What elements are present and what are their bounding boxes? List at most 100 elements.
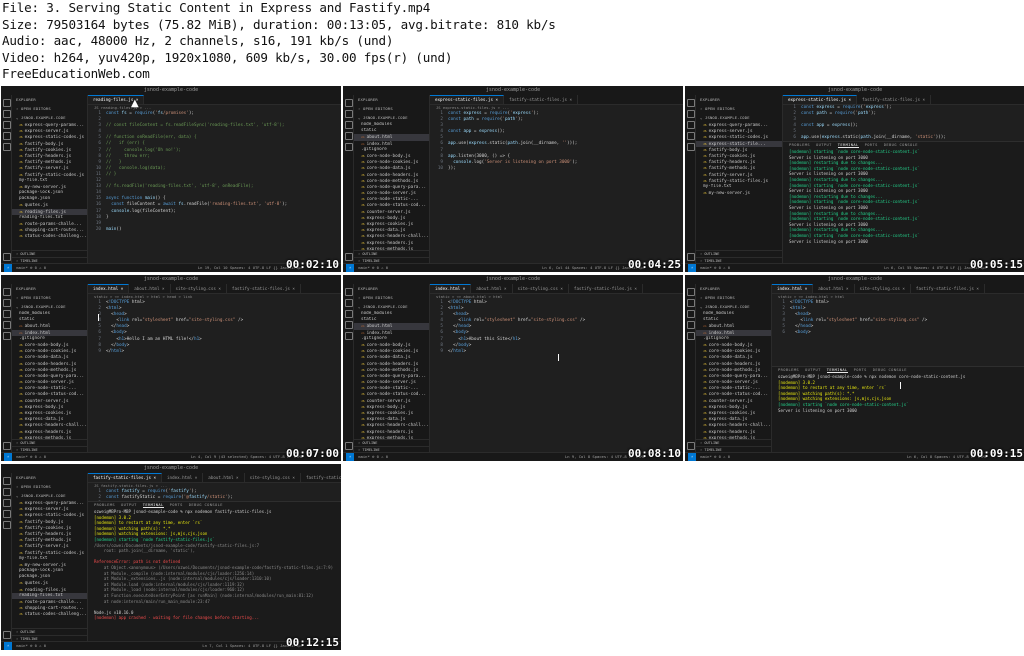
- editor-tab[interactable]: about.html ×: [203, 473, 245, 482]
- editor-tab[interactable]: fastify-static-files.js ×: [911, 284, 985, 293]
- extensions-icon[interactable]: [687, 332, 695, 340]
- source-control-icon[interactable]: [3, 121, 11, 129]
- file-tree-item[interactable]: core-node-status-cod...: [354, 202, 429, 208]
- gear-icon[interactable]: [3, 253, 11, 261]
- panel-tab[interactable]: DEBUG CONSOLE: [873, 368, 907, 372]
- outline-section[interactable]: › OUTLINE: [12, 439, 87, 446]
- remote-indicator[interactable]: ⚡: [688, 453, 697, 461]
- file-tree-item[interactable]: express-headers-chall...: [12, 422, 87, 428]
- extensions-icon[interactable]: [3, 143, 11, 151]
- panel-tab[interactable]: TERMINAL: [837, 143, 859, 148]
- files-icon[interactable]: [687, 288, 695, 296]
- run-debug-icon[interactable]: [3, 321, 11, 329]
- editor-tab[interactable]: fastify-static-files.js ×: [504, 95, 579, 104]
- terminal-panel[interactable]: PROBLEMS OUTPUT TERMINAL PORTS DEBUG CONSOLE…: [772, 366, 1024, 453]
- gear-icon[interactable]: [687, 253, 695, 261]
- editor-tab[interactable]: fastify-static-files.js ×: [857, 95, 932, 104]
- panel-tab[interactable]: PORTS: [854, 368, 867, 372]
- file-tree-item[interactable]: core-node-headers.js: [12, 361, 87, 367]
- file-tree-item[interactable]: core-node-methods.js: [696, 367, 771, 373]
- gear-icon[interactable]: [3, 631, 11, 639]
- panel-tab[interactable]: TERMINAL: [142, 503, 164, 508]
- editor-tab[interactable]: site-styling.css ×: [855, 284, 911, 293]
- video-thumbnail[interactable]: jsnod-example-code EXPLORER › OPEN EDITORS…: [1, 275, 341, 461]
- files-icon[interactable]: [345, 288, 353, 296]
- extensions-icon[interactable]: [687, 143, 695, 151]
- project-folder[interactable]: ⌄ JSNOD-EXAMPLE-CODE: [12, 302, 87, 311]
- remote-indicator[interactable]: ⚡: [346, 264, 355, 272]
- remote-indicator[interactable]: ⚡: [688, 264, 697, 272]
- files-icon[interactable]: [3, 477, 11, 485]
- project-folder[interactable]: ⌄ JSNOD-EXAMPLE-CODE: [354, 113, 429, 122]
- outline-section[interactable]: › OUTLINE: [12, 628, 87, 635]
- source-control-icon[interactable]: [687, 121, 695, 129]
- project-folder[interactable]: ⌄ JSNOD-EXAMPLE-CODE: [696, 302, 771, 311]
- remote-indicator[interactable]: ⚡: [4, 453, 13, 461]
- editor-tab[interactable]: index.html ×: [772, 284, 814, 293]
- file-tree-item[interactable]: core-node-headers.js: [696, 361, 771, 367]
- panel-tab[interactable]: OUTPUT: [121, 503, 137, 507]
- panel-tab[interactable]: DEBUG CONSOLE: [189, 503, 223, 507]
- file-tree-item[interactable]: fastify-static-codes.js: [12, 550, 87, 556]
- code-editor[interactable]: 1 <!DOCTYPE html> 2 <html> 3 <head> 4 <link r…: [430, 300, 683, 355]
- file-tree-item[interactable]: core-node-headers.js: [354, 172, 429, 178]
- file-tree-item[interactable]: express-headers-chall...: [696, 422, 771, 428]
- open-editors-section[interactable]: › OPEN EDITORS: [696, 104, 782, 113]
- editor-tab[interactable]: index.html ×: [162, 473, 204, 482]
- extensions-icon[interactable]: [345, 332, 353, 340]
- file-tree-item[interactable]: fastify-static-codes.js: [12, 172, 87, 178]
- outline-section[interactable]: › OUTLINE: [12, 250, 87, 257]
- outline-section[interactable]: › OUTLINE: [354, 439, 429, 446]
- file-tree-item[interactable]: core-node-headers.js: [354, 361, 429, 367]
- files-icon[interactable]: [345, 99, 353, 107]
- file-tree-item[interactable]: core-node-status-cod...: [12, 391, 87, 397]
- branch-indicator[interactable]: main* ⊗ 0 ⚠ 0: [700, 454, 730, 459]
- editor-tab[interactable]: site-styling.css ×: [513, 284, 569, 293]
- code-editor[interactable]: 1 <!DOCTYPE html> 2 <html> 3 <head> 4 <link r…: [88, 300, 341, 355]
- search-icon[interactable]: [3, 110, 11, 118]
- files-icon[interactable]: [3, 288, 11, 296]
- file-tree-item[interactable]: core-node-methods.js: [354, 367, 429, 373]
- panel-tab[interactable]: PORTS: [865, 143, 878, 147]
- editor-tab[interactable]: express-static-files.js ×: [783, 95, 858, 104]
- file-tree-item[interactable]: status-codes-challeng...: [12, 233, 87, 239]
- files-icon[interactable]: [3, 99, 11, 107]
- file-tree-item[interactable]: express-static-codes.js: [12, 512, 87, 518]
- open-editors-section[interactable]: › OPEN EDITORS: [354, 104, 429, 113]
- open-editors-section[interactable]: › OPEN EDITORS: [696, 293, 771, 302]
- code-editor[interactable]: 1 const express = require('express'); 2 con…: [783, 105, 1024, 142]
- editor-tab[interactable]: index.html ×: [88, 284, 130, 293]
- file-tree-item[interactable]: express-headers-chall...: [354, 422, 429, 428]
- editor-tab[interactable]: fastify-static-files.js ×: [227, 284, 301, 293]
- project-folder[interactable]: ⌄ JSNOD-EXAMPLE-CODE: [12, 491, 87, 500]
- source-control-icon[interactable]: [345, 121, 353, 129]
- source-control-icon[interactable]: [687, 310, 695, 318]
- search-icon[interactable]: [687, 299, 695, 307]
- search-icon[interactable]: [3, 488, 11, 496]
- project-folder[interactable]: ⌄ JSNOD-EXAMPLE-CODE: [354, 302, 429, 311]
- editor-tab[interactable]: about.html ×: [813, 284, 855, 293]
- gear-icon[interactable]: [345, 253, 353, 261]
- branch-indicator[interactable]: main* ⊗ 0 ⚠ 0: [16, 265, 46, 270]
- branch-indicator[interactable]: main* ⊗ 0 ⚠ 0: [16, 454, 46, 459]
- remote-indicator[interactable]: ⚡: [4, 642, 13, 650]
- files-icon[interactable]: [687, 99, 695, 107]
- run-debug-icon[interactable]: [687, 321, 695, 329]
- editor-tab[interactable]: fastify-static-files.js ×: [569, 284, 643, 293]
- code-editor[interactable]: 1 <!DOCTYPE html> 2 <html> 3 <head> 4 <link r…: [772, 300, 1024, 337]
- extensions-icon[interactable]: [3, 332, 11, 340]
- editor-tab[interactable]: express-static-files.js ×: [430, 95, 505, 104]
- editor-tab[interactable]: site-styling.css ×: [245, 473, 301, 482]
- video-thumbnail[interactable]: jsnod-example-code EXPLORER › OPEN EDITORS…: [343, 275, 683, 461]
- remote-indicator[interactable]: ⚡: [346, 453, 355, 461]
- file-tree-item[interactable]: core-node-status-cod...: [696, 391, 771, 397]
- editor-tab[interactable]: site-styling.css ×: [171, 284, 227, 293]
- outline-section[interactable]: › OUTLINE: [696, 250, 782, 257]
- gear-icon[interactable]: [3, 442, 11, 450]
- open-editors-section[interactable]: › OPEN EDITORS: [12, 482, 87, 491]
- file-tree-item[interactable]: my-new-server.js: [696, 190, 782, 196]
- source-control-icon[interactable]: [345, 310, 353, 318]
- remote-indicator[interactable]: ⚡: [4, 264, 13, 272]
- open-editors-section[interactable]: › OPEN EDITORS: [354, 293, 429, 302]
- file-tree-item[interactable]: core-node-status-cod...: [354, 391, 429, 397]
